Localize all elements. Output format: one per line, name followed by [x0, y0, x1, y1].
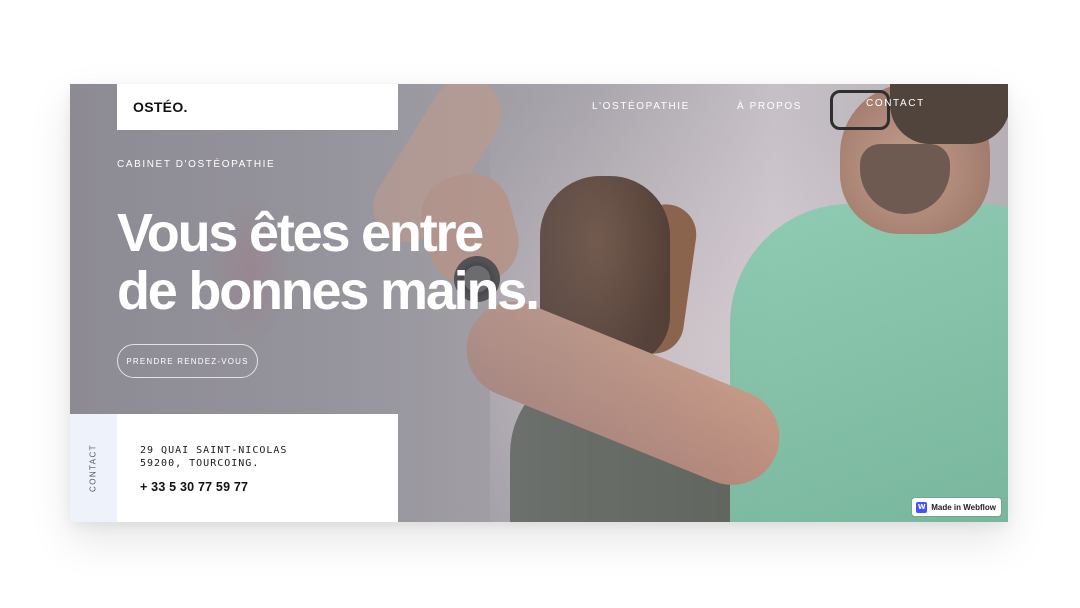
- nav-link-osteopathie[interactable]: L'OSTÉOPATHIE: [592, 101, 690, 112]
- hero-headline: Vous êtes entre de bonnes mains.: [117, 204, 547, 320]
- nav-link-a-propos[interactable]: À PROPOS: [737, 101, 802, 112]
- hero-headline-line2: de bonnes mains.: [117, 261, 540, 321]
- contact-panel: CONTACT 29 QUAI SAINT-NICOLAS 59200, TOU…: [70, 414, 398, 522]
- hero-eyebrow: CABINET D'OSTÉOPATHIE: [117, 159, 276, 170]
- phone-link[interactable]: + 33 5 30 77 59 77: [140, 480, 248, 494]
- contact-side-label: CONTACT: [88, 444, 98, 492]
- contact-side-strip: CONTACT: [70, 414, 117, 522]
- address-line-1: 29 QUAI SAINT-NICOLAS: [140, 445, 288, 456]
- book-appointment-button[interactable]: PRENDRE RENDEZ-VOUS: [117, 344, 258, 378]
- made-in-webflow-badge[interactable]: W Made in Webflow: [912, 498, 1001, 516]
- webflow-icon: W: [916, 501, 928, 513]
- logo-container[interactable]: OSTÉO.: [117, 84, 398, 130]
- hero-headline-line1: Vous êtes entre: [117, 203, 484, 263]
- address-line-2: 59200, TOURCOING.: [140, 458, 260, 469]
- site-logo[interactable]: OSTÉO.: [133, 99, 188, 115]
- address: 29 QUAI SAINT-NICOLAS 59200, TOURCOING.: [140, 444, 287, 470]
- webflow-badge-label: Made in Webflow: [931, 502, 996, 512]
- nav-link-contact[interactable]: CONTACT: [866, 98, 925, 109]
- hero-section: OSTÉO. L'OSTÉOPATHIE À PROPOS CONTACT CA…: [70, 84, 1008, 522]
